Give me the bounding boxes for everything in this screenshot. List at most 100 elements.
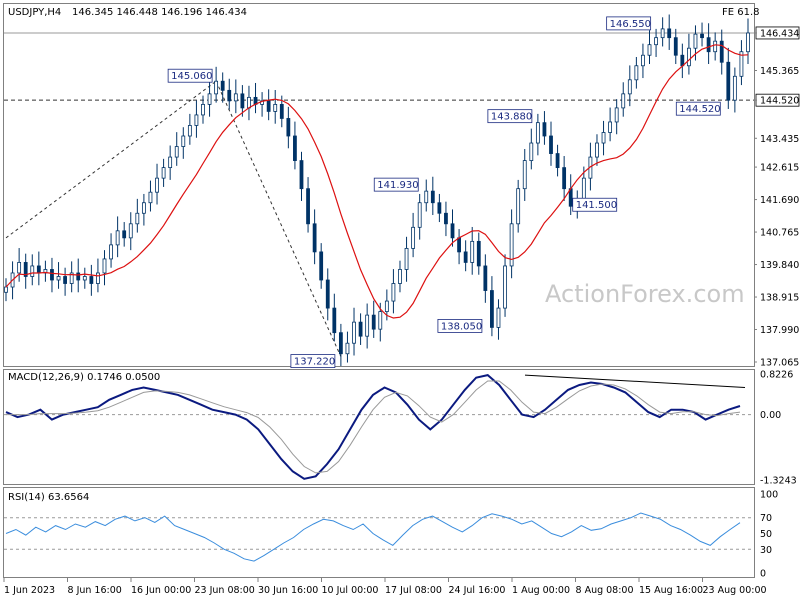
candle-body (82, 276, 87, 281)
price-axis-label: 145.365 (760, 66, 799, 77)
candle-body (746, 32, 750, 53)
candle-body (168, 156, 173, 169)
time-axis-label: 8 Aug 08:00 (576, 585, 634, 596)
chart-window: ActionForex.com USDJPY,H4 146.345 146.44… (3, 3, 800, 596)
rsi-axis-label: 0 (760, 569, 766, 580)
candle-body (634, 65, 639, 81)
candle-body (417, 202, 422, 228)
candle-body (424, 190, 429, 204)
candle-body (713, 40, 718, 53)
candle-body (444, 212, 448, 225)
candle-body (529, 142, 534, 161)
candle-body (384, 300, 389, 313)
candle-body (398, 269, 402, 284)
rsi-levels (4, 517, 754, 550)
time-axis-label: 17 Jul 08:00 (385, 585, 442, 596)
annotation-label: 143.880 (491, 112, 532, 123)
candle-body (470, 240, 475, 263)
candle-body (161, 167, 166, 179)
rsi-line (5, 512, 741, 562)
price-panel-title: USDJPY,H4 (8, 7, 61, 18)
candle-body (378, 311, 383, 330)
time-axis: 1 Jun 2023 8 Jun 16:00 16 Jun 00:00 23 Jun … (3, 578, 767, 596)
annotation-label: 137.220 (294, 357, 335, 368)
candle-body (430, 190, 435, 204)
candle-body (700, 33, 704, 39)
candle-body (4, 286, 8, 293)
candle-body (641, 54, 645, 67)
rsi-axis-label: 50 (760, 529, 772, 540)
trend-line (215, 81, 342, 357)
macd-line (5, 374, 741, 480)
rsi-title: RSI(14) 63.6564 (8, 492, 89, 503)
price-axis-label: 140.765 (760, 228, 799, 239)
candle-body (365, 314, 370, 337)
price-axis-label: 146.434 (760, 28, 799, 39)
time-axis-label: 16 Jun 00:00 (131, 585, 191, 596)
candle-body (450, 223, 455, 239)
candle-body (148, 191, 153, 204)
watermark: ActionForex.com (545, 280, 745, 308)
candle-body (358, 321, 363, 337)
candle-body (345, 342, 350, 355)
candle-body (476, 240, 481, 267)
candle-body (457, 237, 461, 253)
candle-body (535, 122, 540, 144)
candle-body (490, 290, 494, 328)
candle-body (240, 93, 245, 109)
candle-body (549, 135, 553, 154)
candle-body (621, 93, 626, 109)
candle-body (562, 167, 567, 190)
time-axis-label: 24 Jul 16:00 (449, 585, 506, 596)
divergence-line (524, 374, 746, 388)
candle-body (306, 188, 310, 225)
candle-body (293, 135, 297, 161)
candle-body (516, 188, 521, 225)
candle-body (437, 202, 442, 214)
candle-body (201, 103, 205, 116)
annotation-label: 145.060 (171, 71, 212, 82)
rsi-axis-label: 30 (760, 545, 772, 556)
candle-body (233, 93, 238, 102)
candle-body (391, 283, 396, 302)
candle-body (595, 142, 599, 158)
time-axis-label: 30 Jun 16:00 (258, 585, 318, 596)
time-axis-label: 8 Jun 16:00 (68, 585, 122, 596)
candle-body (194, 114, 199, 126)
time-axis-label: 10 Jul 00:00 (322, 585, 379, 596)
candle-body (141, 202, 146, 214)
candle-body (732, 75, 737, 101)
candle-body (332, 307, 337, 334)
price-axis-label: 143.435 (760, 134, 799, 145)
candle-body (319, 251, 324, 281)
candle-body (279, 103, 284, 119)
price-axis-label: 138.915 (760, 293, 799, 304)
candle-body (719, 40, 724, 63)
candle-body (555, 153, 560, 169)
price-panel-ohlc: 146.345 146.448 146.196 146.434 (72, 7, 247, 18)
macd-axis-label: 0.00 (760, 410, 781, 421)
candle-body (371, 314, 376, 330)
candle-body (627, 79, 632, 95)
rsi-axis-label: 100 (760, 490, 778, 501)
price-axis-label: 137.990 (760, 325, 799, 336)
macd-lines (5, 374, 746, 480)
candle-body (273, 103, 278, 112)
time-axis-label: 1 Aug 00:00 (512, 585, 570, 596)
candle-body (17, 262, 22, 274)
candle-body (404, 247, 409, 270)
candle-body (56, 276, 61, 281)
rsi-axis: 100 70 50 30 0 (760, 490, 778, 580)
candle-body (352, 321, 356, 344)
candle-body (30, 265, 35, 277)
candle-body (76, 272, 81, 281)
annotation-label: 141.930 (377, 180, 418, 191)
fib-label: FE 61.8 (722, 7, 760, 18)
candle-body (654, 37, 658, 46)
candle-body (220, 80, 225, 91)
macd-panel-frame (3, 369, 755, 485)
price-levels (4, 32, 754, 101)
candle-body (542, 122, 547, 137)
macd-axis-label: 0.8226 (760, 370, 793, 381)
candle-body (96, 272, 100, 284)
